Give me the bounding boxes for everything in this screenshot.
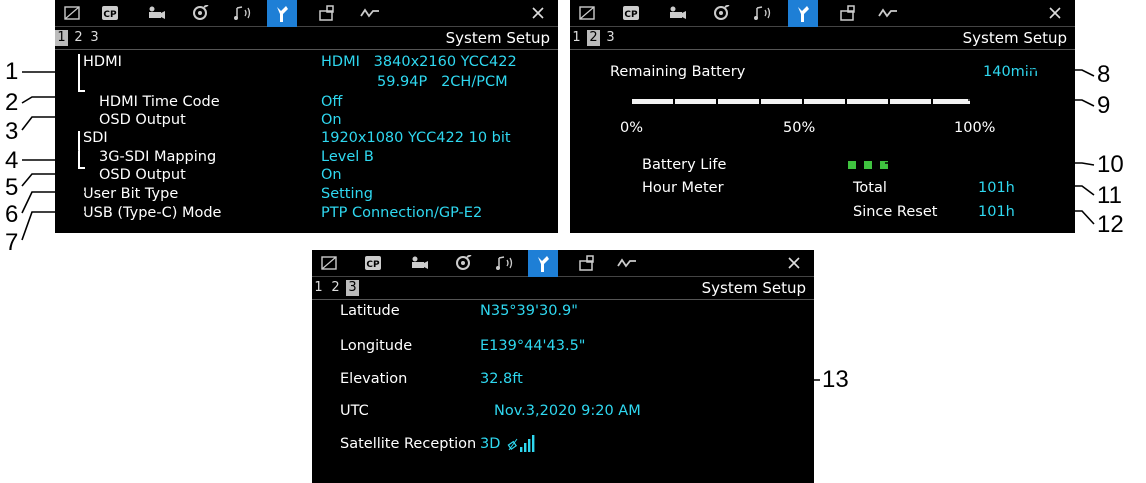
latitude-value: N35°39'30.9" xyxy=(480,303,578,319)
tone-icon[interactable] xyxy=(448,253,478,273)
remaining-battery-label: Remaining Battery xyxy=(610,64,746,80)
page-title: System Setup xyxy=(962,29,1067,47)
assign-icon[interactable] xyxy=(833,3,863,23)
hour-meter-label: Hour Meter xyxy=(642,180,724,196)
camera-icon[interactable] xyxy=(404,253,434,273)
screen-icon[interactable] xyxy=(314,253,344,273)
callout-13: 13 xyxy=(822,366,849,393)
close-icon[interactable] xyxy=(1045,2,1065,24)
longitude-value: E139°44'43.5" xyxy=(480,338,586,354)
battery-bar-ticks xyxy=(632,99,970,104)
page-1-tab[interactable]: 1 xyxy=(570,30,583,46)
page-1-tab[interactable]: 1 xyxy=(312,280,325,296)
waveform-icon[interactable] xyxy=(873,3,903,23)
page-2-tab[interactable]: 2 xyxy=(329,280,342,296)
tone-icon[interactable] xyxy=(706,3,736,23)
callout-8: 8 xyxy=(1097,61,1111,88)
latitude-label: Latitude xyxy=(340,303,400,319)
svg-text:CP: CP xyxy=(366,260,380,270)
menu-tab-bar: CP xyxy=(312,250,814,277)
callout-11: 11 xyxy=(1097,182,1122,209)
callout-3: 3 xyxy=(5,118,19,145)
audio-icon[interactable] xyxy=(490,253,520,273)
hdmi-bracket xyxy=(78,54,85,92)
callout-6: 6 xyxy=(5,201,19,228)
battery-life-label: Battery Life xyxy=(642,157,727,173)
callout-2: 2 xyxy=(5,89,19,116)
callout-4: 4 xyxy=(5,147,19,174)
custom-picture-icon[interactable]: CP xyxy=(358,253,388,273)
battery-bar-track xyxy=(632,99,970,104)
camera-icon[interactable] xyxy=(662,3,692,23)
screen-icon[interactable] xyxy=(572,3,602,23)
callout-7: 7 xyxy=(5,229,19,256)
battery-life-segment xyxy=(864,161,872,169)
since-reset-label: Since Reset xyxy=(853,204,938,220)
elevation-value: 32.8ft xyxy=(480,371,523,387)
scale-50-label: 50% xyxy=(783,120,816,136)
longitude-label: Longitude xyxy=(340,338,413,354)
scale-100-label: 100% xyxy=(954,120,996,136)
assign-icon[interactable] xyxy=(572,253,602,273)
page-selector: 1 2 3 System Setup xyxy=(570,27,1075,50)
since-reset-value: 101h xyxy=(978,204,1015,220)
audio-icon[interactable] xyxy=(748,3,778,23)
callout-9: 9 xyxy=(1097,92,1111,119)
system-setup-icon[interactable] xyxy=(788,0,818,27)
scale-0-label: 0% xyxy=(620,120,644,136)
sdi-bracket xyxy=(78,131,85,169)
system-setup-icon[interactable] xyxy=(528,250,558,277)
group-brackets xyxy=(78,54,85,169)
satellite-reception-label: Satellite Reception xyxy=(340,436,477,452)
menu-tab-bar: CP xyxy=(570,0,1075,27)
battery-life-segment xyxy=(880,161,888,169)
page-title: System Setup xyxy=(701,279,806,297)
callout-1: 1 xyxy=(5,58,19,85)
callout-10: 10 xyxy=(1097,151,1124,178)
page-3-tab[interactable]: 3 xyxy=(346,280,359,296)
elevation-label: Elevation xyxy=(340,371,408,387)
satellite-reception-value: 3D xyxy=(480,436,501,452)
remaining-battery-value: 140min xyxy=(983,64,1039,80)
system-setup-screen-page-2: CP 1 2 3 System Setup Remaining Battery … xyxy=(570,0,1075,233)
page-3-tab[interactable]: 3 xyxy=(604,30,617,46)
system-setup-screen-page-1: CP 1 2 3 System Setup HDMI HDMI 3840x216… xyxy=(55,0,558,233)
custom-picture-icon[interactable]: CP xyxy=(616,3,646,23)
system-setup-screen-page-3: CP 1 2 3 System Setup Latitude N35°39'30… xyxy=(312,250,814,483)
battery-life-indicator xyxy=(848,161,888,169)
utc-value: Nov.3,2020 9:20 AM xyxy=(494,403,641,419)
page-selector: 1 2 3 System Setup xyxy=(312,277,814,300)
waveform-icon[interactable] xyxy=(612,253,642,273)
close-icon[interactable] xyxy=(784,252,804,274)
page-2-tab[interactable]: 2 xyxy=(587,30,600,46)
utc-label: UTC xyxy=(340,403,369,419)
satellite-signal-icon xyxy=(507,435,535,452)
battery-life-segment xyxy=(848,161,856,169)
total-value: 101h xyxy=(978,180,1015,196)
callout-5: 5 xyxy=(5,174,19,201)
callout-12: 12 xyxy=(1097,211,1124,238)
total-label: Total xyxy=(853,180,887,196)
svg-text:CP: CP xyxy=(624,10,638,20)
